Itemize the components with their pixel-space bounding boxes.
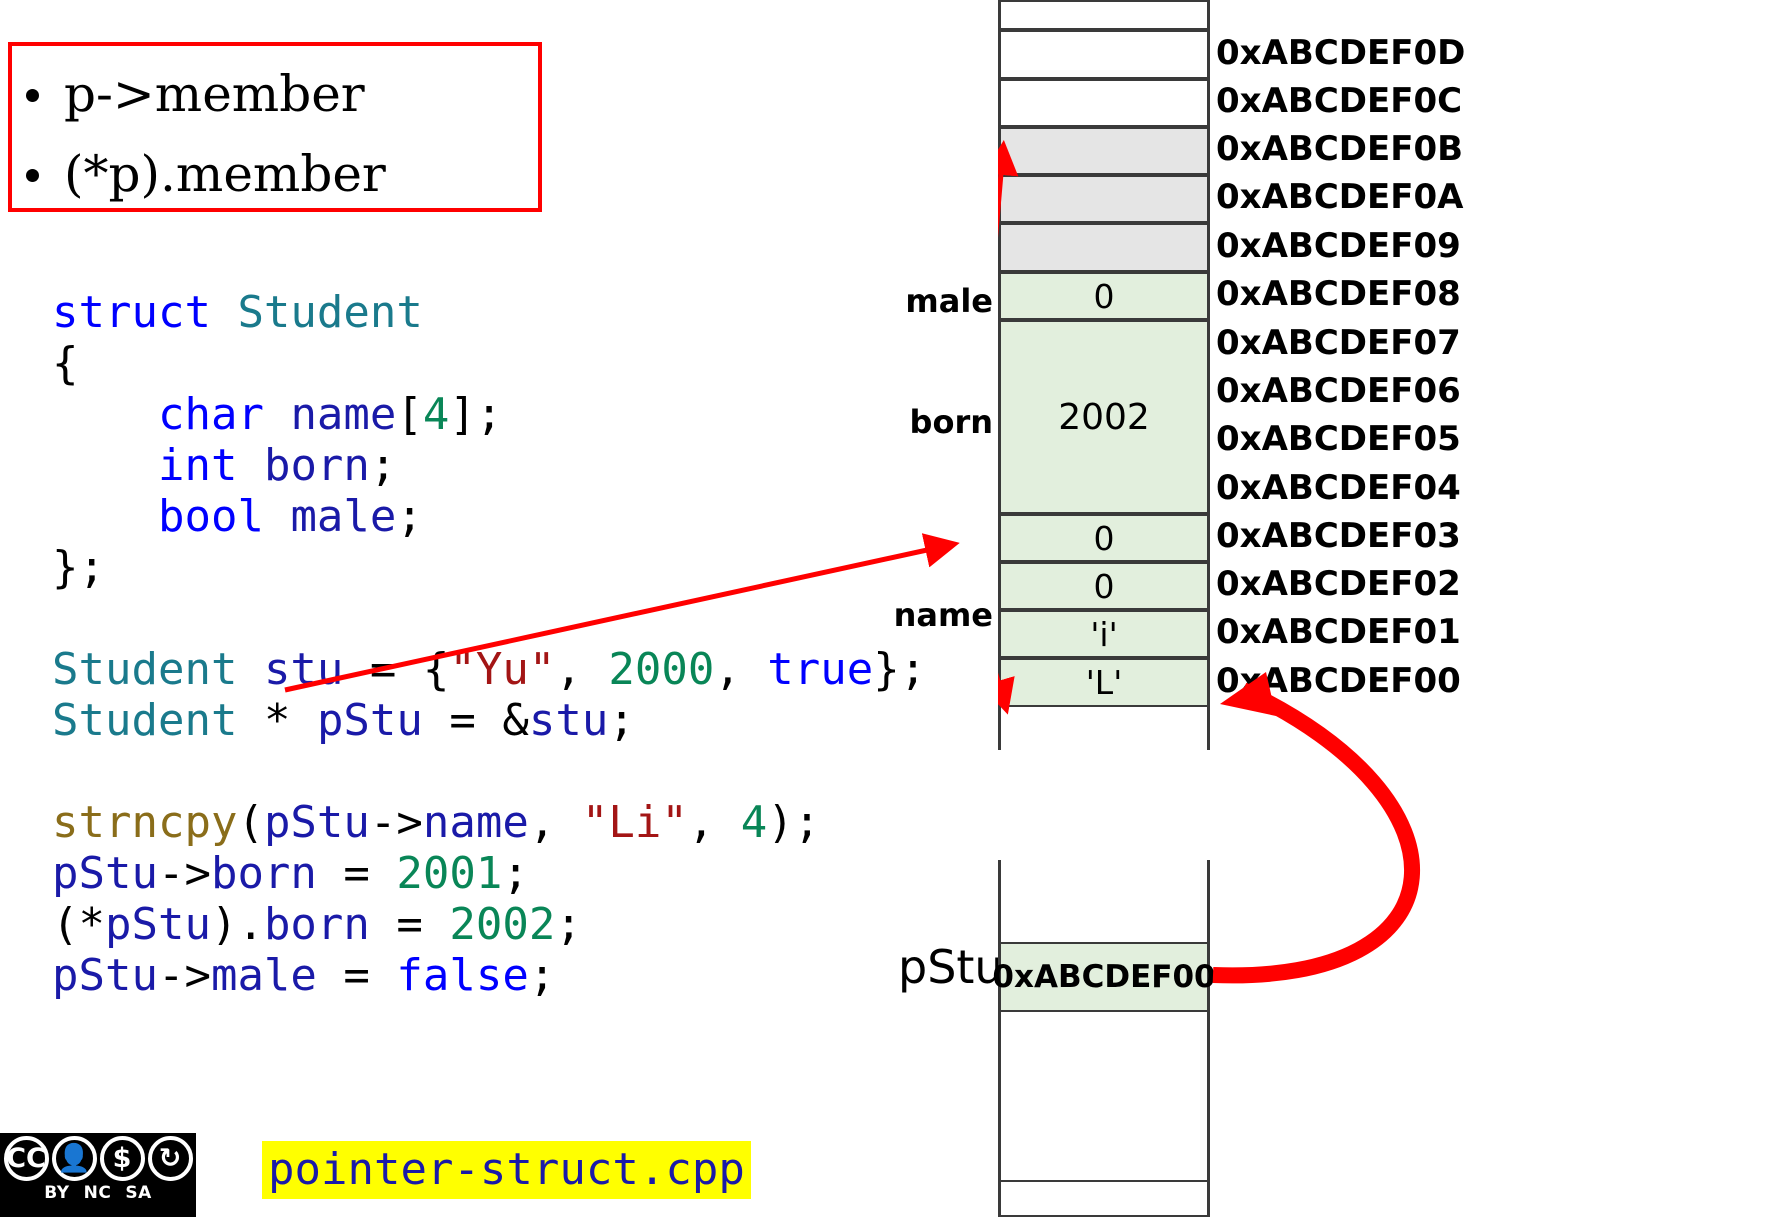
memory-cell: 0 (998, 514, 1210, 562)
code-line-5: }; (52, 542, 105, 593)
memory-layout-diagram: 0 2002 0 0'i' 'L' 0xABCDEF0D 0xABCDEF0C 0xABCD… (894, 0, 1773, 1217)
file-name-label: pointer-struct.cpp (262, 1141, 751, 1199)
memory-cell: 0 (998, 272, 1210, 320)
cc-label-sa: SA (125, 1183, 152, 1203)
memory-cell (998, 30, 1210, 79)
source-code-block: struct Student{ char name[4]; int born; … (52, 287, 926, 1001)
memory-address-label: 0xABCDEF03 (1216, 516, 1461, 556)
sa-sharealike-icon: ↻ (147, 1136, 193, 1181)
memory-address-label: 0xABCDEF01 (1216, 612, 1461, 652)
memory-address-label: 0xABCDEF09 (1216, 225, 1461, 266)
memory-cell: 0 (998, 562, 1210, 610)
memory-cell: 'L' (998, 658, 1210, 707)
code-line-1: { (52, 338, 79, 389)
syntax-list: p->member (*p).member (12, 54, 538, 214)
memory-cell (998, 127, 1210, 175)
syntax-item-arrow: p->member (12, 54, 538, 134)
struct-field-label-name: name (893, 596, 993, 634)
code-line-3: int born; (157, 440, 397, 491)
code-line-0: struct Student (52, 287, 423, 338)
memory-cell (998, 223, 1210, 272)
cc-label-nc: NC (83, 1183, 112, 1203)
memory-cell (998, 465, 1210, 514)
memory-address-label: 0xABCDEF0B (1216, 129, 1464, 169)
memory-cell (998, 369, 1210, 417)
syntax-item-dot: (*p).member (12, 134, 538, 214)
struct-field-label-born: born (909, 403, 993, 441)
code-line-4: bool male; (157, 491, 423, 542)
code-line-7: Student stu = {"Yu", 2000, true}; (52, 644, 927, 695)
memory-cell (998, 0, 1210, 30)
memory-cell (998, 79, 1210, 127)
pstu-box-last-cell (998, 1180, 1210, 1217)
by-person-icon: 👤 (51, 1136, 97, 1181)
memory-address-label: 0xABCDEF07 (1216, 322, 1461, 363)
code-line-8: Student * pStu = &stu; (52, 695, 635, 746)
pstu-box-top-open (998, 860, 1210, 942)
memory-address-label: 0xABCDEF05 (1216, 419, 1461, 459)
struct-field-label-male: male (905, 282, 993, 320)
memory-cell (998, 417, 1210, 465)
memory-address-label: 0xABCDEF0D (1216, 32, 1466, 73)
nc-nocommercial-icon: $ (99, 1136, 145, 1181)
pstu-variable-label: pStu (898, 940, 1004, 994)
pstu-box-bottom-open (998, 1012, 1210, 1180)
syntax-callout-box: p->member (*p).member (8, 42, 542, 212)
memory-cell-tail (998, 707, 1210, 750)
cc-icon-row: CC 👤 $ ↻ (3, 1136, 193, 1181)
code-line-10: strncpy(pStu->name, "Li", 4); (52, 797, 821, 848)
code-line-2: char name[4]; (157, 389, 503, 440)
code-line-13: pStu->male = false; (52, 950, 556, 1001)
memory-address-label: 0xABCDEF00 (1216, 660, 1461, 701)
pstu-value-cell: 0xABCDEF00 (992, 942, 1216, 1012)
memory-address-label: 0xABCDEF02 (1216, 564, 1461, 604)
cc-label-row: BY NC SA (44, 1183, 151, 1203)
memory-address-label: 0xABCDEF06 (1216, 371, 1461, 411)
memory-address-label: 0xABCDEF0A (1216, 177, 1464, 217)
cc-label-by: BY (44, 1183, 70, 1203)
memory-address-label: 0xABCDEF04 (1216, 467, 1461, 508)
memory-address-label: 0xABCDEF0C (1216, 81, 1463, 121)
memory-cell (998, 175, 1210, 223)
code-line-11: pStu->born = 2001; (52, 848, 529, 899)
creative-commons-badge: CC 👤 $ ↻ BY NC SA (0, 1133, 196, 1217)
memory-cell: 'i' (998, 610, 1210, 658)
cc-icon: CC (3, 1136, 49, 1181)
code-line-12: (*pStu).born = 2002; (52, 899, 582, 950)
memory-address-label: 0xABCDEF08 (1216, 274, 1461, 314)
